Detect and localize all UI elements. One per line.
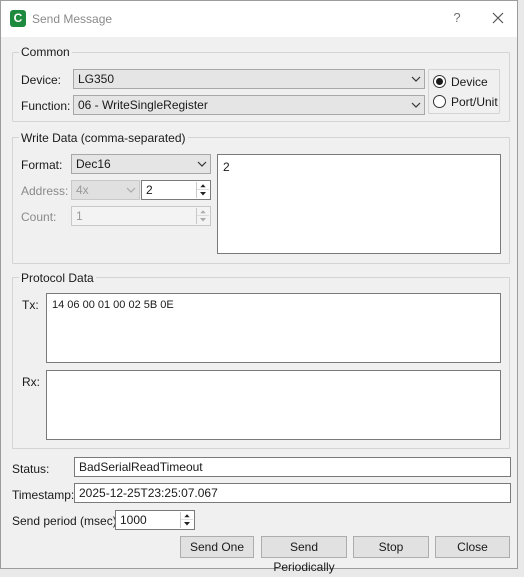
spin-up-icon[interactable] bbox=[197, 182, 209, 190]
window-title: Send Message bbox=[32, 12, 113, 26]
timestamp-field: 2025-12-25T23:25:07.067 bbox=[74, 483, 511, 503]
format-value: Dec16 bbox=[76, 157, 111, 171]
function-value: 06 - WriteSingleRegister bbox=[78, 98, 208, 112]
rx-textarea[interactable] bbox=[46, 370, 501, 440]
tx-textarea[interactable]: 14 06 00 01 00 02 5B 0E bbox=[46, 293, 501, 363]
chevron-down-icon bbox=[411, 102, 421, 108]
port-unit-radio[interactable] bbox=[433, 95, 446, 108]
app-logo-icon: C bbox=[10, 10, 26, 27]
count-spinner[interactable] bbox=[196, 208, 209, 224]
protocol-data-group-title: Protocol Data bbox=[19, 271, 96, 285]
timestamp-label: Timestamp: bbox=[12, 488, 75, 502]
status-label: Status: bbox=[12, 462, 50, 476]
help-button[interactable]: ? bbox=[446, 7, 468, 29]
title-bar[interactable]: C Send Message ? bbox=[1, 1, 517, 37]
common-group-title: Common bbox=[19, 45, 72, 59]
device-value: LG350 bbox=[78, 72, 115, 86]
device-label: Device: bbox=[21, 73, 62, 87]
format-label: Format: bbox=[21, 158, 63, 172]
stop-button[interactable]: Stop bbox=[353, 536, 429, 558]
chevron-down-icon bbox=[411, 76, 421, 82]
spin-up-icon[interactable] bbox=[197, 208, 209, 216]
spin-down-icon[interactable] bbox=[197, 190, 209, 198]
send-one-button[interactable]: Send One bbox=[180, 536, 254, 558]
port-unit-radio-label[interactable]: Port/Unit bbox=[451, 95, 498, 109]
function-select[interactable]: 06 - WriteSingleRegister bbox=[73, 95, 425, 115]
device-radio[interactable] bbox=[433, 75, 446, 88]
send-period-input[interactable]: 1000 bbox=[115, 510, 195, 530]
status-value: BadSerialReadTimeout bbox=[79, 460, 203, 474]
count-label: Count: bbox=[21, 210, 57, 224]
address-label: Address: bbox=[21, 184, 69, 198]
spin-down-icon[interactable] bbox=[181, 520, 193, 528]
spin-up-icon[interactable] bbox=[181, 512, 193, 520]
chevron-down-icon bbox=[126, 187, 136, 193]
write-data-textarea[interactable]: 2 bbox=[217, 154, 501, 254]
write-data-group-title: Write Data (comma-separated) bbox=[19, 131, 188, 145]
send-period-value: 1000 bbox=[120, 513, 147, 527]
device-select[interactable]: LG350 bbox=[73, 69, 425, 89]
spin-down-icon[interactable] bbox=[197, 216, 209, 224]
close-icon[interactable] bbox=[487, 7, 509, 29]
status-field: BadSerialReadTimeout bbox=[74, 457, 511, 477]
format-select[interactable]: Dec16 bbox=[71, 154, 211, 174]
send-period-spinner[interactable] bbox=[180, 512, 193, 528]
address-value: 2 bbox=[146, 183, 153, 197]
function-label: Function: bbox=[21, 99, 71, 113]
count-value: 1 bbox=[76, 209, 83, 223]
timestamp-value: 2025-12-25T23:25:07.067 bbox=[79, 486, 218, 500]
count-input[interactable]: 1 bbox=[71, 206, 211, 226]
rx-label: Rx: bbox=[22, 375, 40, 389]
tx-label: Tx: bbox=[22, 298, 39, 312]
close-button[interactable]: Close bbox=[435, 536, 510, 558]
chevron-down-icon bbox=[197, 161, 207, 167]
send-message-dialog: C Send Message ? Common Device: LG350 Fu… bbox=[0, 0, 518, 574]
device-radio-label[interactable]: Device bbox=[451, 75, 488, 89]
address-type-value: 4x bbox=[76, 183, 89, 197]
address-input[interactable]: 2 bbox=[141, 180, 211, 200]
send-periodically-button[interactable]: Send Periodically bbox=[261, 536, 347, 574]
address-spinner[interactable] bbox=[196, 182, 209, 198]
address-type-select[interactable]: 4x bbox=[71, 180, 140, 200]
send-period-label: Send period (msec): bbox=[12, 514, 121, 528]
